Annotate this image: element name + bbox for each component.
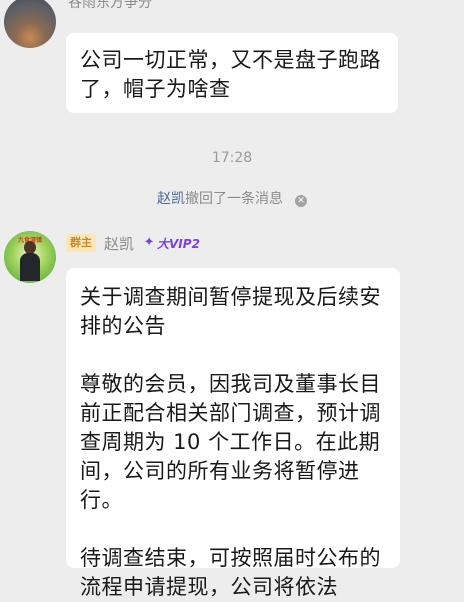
timestamp: 17:28: [211, 150, 253, 166]
sender-name: 谷雨东方争分: [68, 0, 152, 11]
avatar[interactable]: [4, 0, 56, 48]
announcement-title: 关于调查期间暂停提现及后续安排的公告: [80, 285, 381, 338]
announcement-paragraph: 待调查结束，可按照届时公布的流程申请提现，公司将依法: [80, 546, 381, 599]
role-badge: 群主: [66, 234, 96, 252]
vip-icon: ✦: [143, 235, 155, 250]
recall-notice: 赵凯撤回了一条消息 ✕: [0, 188, 464, 208]
message-bubble[interactable]: 公司一切正常，又不是盘子跑路了，帽子为啥查: [66, 33, 398, 113]
vip-badge[interactable]: ✦ 大VIP2: [142, 234, 200, 252]
vip-label: 大VIP2: [157, 236, 200, 251]
close-icon[interactable]: ✕: [295, 195, 307, 207]
announcement-paragraph: 尊敬的会员，因我司及董事长目前正配合相关部门调查，预计调查周期为 10 个工作日…: [80, 372, 381, 512]
recall-text: 撤回了一条消息: [185, 191, 283, 207]
avatar[interactable]: 九食湾镇: [4, 231, 56, 283]
message-bubble[interactable]: 关于调查期间暂停提现及后续安排的公告 尊敬的会员，因我司及董事长目前正配合相关部…: [66, 268, 400, 599]
recall-sender-name[interactable]: 赵凯: [157, 191, 185, 207]
sender-name[interactable]: 赵凯: [104, 233, 134, 254]
avatar-figure: [20, 241, 40, 281]
sender-info: 群主 赵凯 ✦ 大VIP2: [66, 233, 200, 253]
message-text: 公司一切正常，又不是盘子跑路了，帽子为啥查: [80, 48, 381, 101]
